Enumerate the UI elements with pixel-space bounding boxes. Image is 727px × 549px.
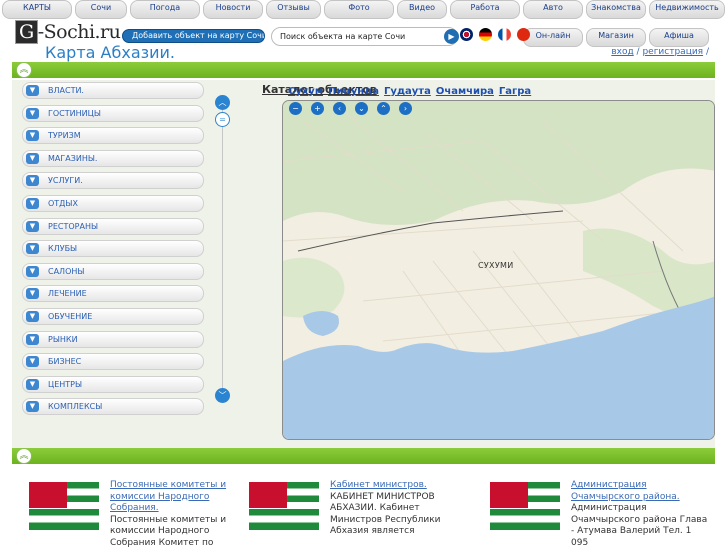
search-box: ▶: [271, 27, 458, 46]
top-navigation: КАРТЫ Сочи Погода Новости Отзывы Фото Ви…: [0, 0, 727, 19]
chevron-down-icon: ▼: [26, 221, 39, 232]
flag-canton: [490, 482, 528, 508]
city-link-gagra[interactable]: Гагра: [499, 86, 531, 97]
category-item[interactable]: ▼ОТДЫХ: [22, 195, 204, 212]
search-input[interactable]: [280, 30, 440, 43]
zoom-out-icon[interactable]: −: [289, 102, 302, 115]
nav-sochi[interactable]: Сочи: [75, 0, 127, 19]
scroll-up-icon[interactable]: ︿: [215, 95, 230, 110]
pan-down-icon[interactable]: ⌄: [355, 102, 368, 115]
collapse-up-icon[interactable]: ︽: [16, 448, 32, 464]
category-item[interactable]: ▼РЫНКИ: [22, 331, 204, 348]
collapse-up-icon[interactable]: ︽: [16, 62, 32, 78]
category-item[interactable]: ▼УСЛУГИ.: [22, 172, 204, 189]
login-link[interactable]: вход: [611, 47, 633, 57]
chevron-down-icon: ▼: [26, 85, 39, 96]
map-city-label: СУХУМИ: [478, 261, 514, 270]
news-title[interactable]: Постоянные комитеты и комиссии Народного…: [110, 480, 250, 515]
city-link-sukhum[interactable]: Сухум: [288, 86, 323, 97]
flag-canton: [249, 482, 287, 508]
add-object-button[interactable]: Добавить объект на карту Сочи: [122, 29, 265, 43]
chevron-down-icon: ▼: [26, 175, 39, 186]
page-title: Карта Абхазии.: [45, 43, 175, 62]
category-item[interactable]: ▼ВЛАСТИ.: [22, 82, 204, 99]
map-view[interactable]: [282, 100, 715, 440]
nav-reviews[interactable]: Отзывы: [266, 0, 321, 19]
city-link-pitsunda[interactable]: Пицунда: [328, 86, 379, 97]
news-body: Администрация Очамчырского района Глава …: [571, 503, 711, 549]
category-item[interactable]: ▼ГОСТИНИЦЫ: [22, 105, 204, 122]
top-green-bar: [12, 62, 715, 78]
china-flag-icon[interactable]: [517, 28, 530, 41]
category-item[interactable]: ▼БИЗНЕС: [22, 353, 204, 370]
news-body: КАБИНЕТ МИНИСТРОВ АБХАЗИИ. Кабинет Минис…: [330, 492, 470, 538]
news-item: Кабинет министров. КАБИНЕТ МИНИСТРОВ АБХ…: [330, 480, 470, 538]
chevron-down-icon: ▼: [26, 266, 39, 277]
chevron-down-icon: ▼: [26, 334, 39, 345]
nav-shop[interactable]: Магазин: [586, 28, 646, 47]
chevron-down-icon: ▼: [26, 288, 39, 299]
language-flags: [460, 28, 531, 42]
nav-afisha[interactable]: Афиша: [649, 28, 709, 47]
category-item[interactable]: ▼ЦЕНТРЫ: [22, 376, 204, 393]
logo-letter: G: [15, 20, 38, 44]
chevron-down-icon: ▼: [26, 311, 39, 322]
map-tiles: [283, 101, 715, 440]
germany-flag-icon[interactable]: [479, 28, 492, 41]
zoom-in-icon[interactable]: +: [311, 102, 324, 115]
news-title[interactable]: Администрация Очамчырского района.: [571, 480, 711, 503]
pan-up-icon[interactable]: ⌃: [377, 102, 390, 115]
news-body: Постоянные комитеты и комиссии Народного…: [110, 515, 250, 549]
chevron-down-icon: ▼: [26, 356, 39, 367]
bottom-green-bar: [12, 448, 715, 464]
chevron-down-icon: ▼: [26, 153, 39, 164]
scroll-track: [222, 96, 223, 396]
category-item[interactable]: ▼ЛЕЧЕНИЕ: [22, 285, 204, 302]
chevron-down-icon: ▼: [26, 243, 39, 254]
nav-maps[interactable]: КАРТЫ: [2, 0, 72, 19]
category-item[interactable]: ▼МАГАЗИНЫ.: [22, 150, 204, 167]
chevron-down-icon: ▼: [26, 379, 39, 390]
chevron-down-icon: ▼: [26, 401, 39, 412]
category-item[interactable]: ▼ТУРИЗМ: [22, 127, 204, 144]
news-item: Администрация Очамчырского района. Админ…: [571, 480, 711, 549]
nav-weather[interactable]: Погода: [130, 0, 200, 19]
play-icon[interactable]: ▶: [444, 29, 459, 44]
nav-video[interactable]: Видео: [397, 0, 447, 19]
category-item[interactable]: ▼ОБУЧЕНИЕ: [22, 308, 204, 325]
news-title[interactable]: Кабинет министров.: [330, 480, 470, 492]
nav-jobs[interactable]: Работа: [450, 0, 520, 19]
city-link-ochamchira[interactable]: Очамчира: [436, 86, 494, 97]
flag-canton: [29, 482, 67, 508]
category-item[interactable]: ▼КЛУБЫ: [22, 240, 204, 257]
france-flag-icon[interactable]: [498, 28, 511, 41]
nav-news[interactable]: Новости: [203, 0, 263, 19]
category-item[interactable]: ▼САЛОНЫ: [22, 263, 204, 280]
auth-links: вход / регистрация /: [611, 47, 709, 57]
chevron-down-icon: ▼: [26, 130, 39, 141]
pan-left-icon[interactable]: ‹: [333, 102, 346, 115]
nav-photo[interactable]: Фото: [324, 0, 394, 19]
pan-right-icon[interactable]: ›: [399, 102, 412, 115]
category-item[interactable]: ▼КОМПЛЕКСЫ: [22, 398, 204, 415]
flag-image: [490, 482, 560, 530]
scroll-down-icon[interactable]: ﹀: [215, 388, 230, 403]
nav-realty[interactable]: Недвижимость: [649, 0, 725, 19]
nav-dating[interactable]: Знакомства: [586, 0, 646, 19]
news-item: Постоянные комитеты и комиссии Народного…: [110, 480, 250, 549]
nav-online[interactable]: Он-лайн: [523, 28, 583, 47]
flag-image: [29, 482, 99, 530]
city-links: Сухум Пицунда Гудаута Очамчира Гагра: [288, 86, 536, 97]
chevron-down-icon: ▼: [26, 198, 39, 209]
category-item[interactable]: ▼РЕСТОРАНЫ: [22, 218, 204, 235]
uk-flag-icon[interactable]: [460, 28, 473, 41]
scroll-handle-icon[interactable]: =: [215, 112, 230, 127]
city-link-gudauta[interactable]: Гудаута: [384, 86, 431, 97]
register-link[interactable]: регистрация: [642, 47, 703, 57]
chevron-down-icon: ▼: [26, 108, 39, 119]
logo-text: -Sochi.ru: [38, 21, 121, 43]
nav-auto[interactable]: Авто: [523, 0, 583, 19]
flag-image: [249, 482, 319, 530]
category-list: ▼ВЛАСТИ. ▼ГОСТИНИЦЫ ▼ТУРИЗМ ▼МАГАЗИНЫ. ▼…: [22, 82, 204, 421]
